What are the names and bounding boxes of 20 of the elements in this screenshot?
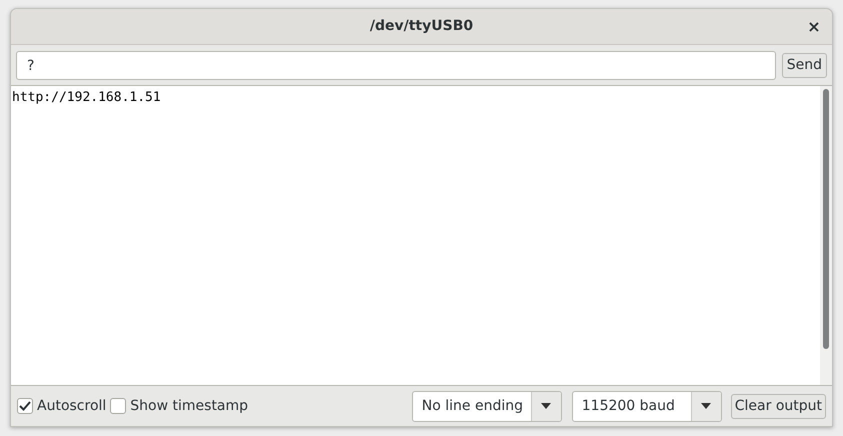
dropdown-toggle[interactable] <box>690 392 721 420</box>
caret-icon <box>701 403 712 409</box>
checkbox-label: Show timestamp <box>130 396 248 416</box>
dropdown-value: 115200 baud <box>580 396 676 416</box>
checkmark-icon <box>19 401 31 411</box>
input-field[interactable]: ? <box>16 51 776 80</box>
dropdown-value: No line ending <box>420 396 524 416</box>
dropdown[interactable]: No line ending <box>412 390 562 422</box>
output-line: http://192.168.1.51 <box>12 89 162 107</box>
checkbox-label: Autoscroll <box>37 396 106 416</box>
window-title: /dev/ttyUSB0 <box>370 17 474 36</box>
caret-icon <box>541 403 552 409</box>
clear-output-button[interactable]: Clear output <box>730 394 826 418</box>
dropdown-toggle[interactable] <box>530 392 561 420</box>
close-button[interactable]: × <box>804 17 824 37</box>
dropdown[interactable]: 115200 baud <box>572 390 722 422</box>
checkbox[interactable] <box>110 398 126 414</box>
scrollbar-thumb[interactable] <box>823 89 829 349</box>
checkbox[interactable] <box>17 398 33 414</box>
send-button[interactable]: Send <box>782 53 827 78</box>
